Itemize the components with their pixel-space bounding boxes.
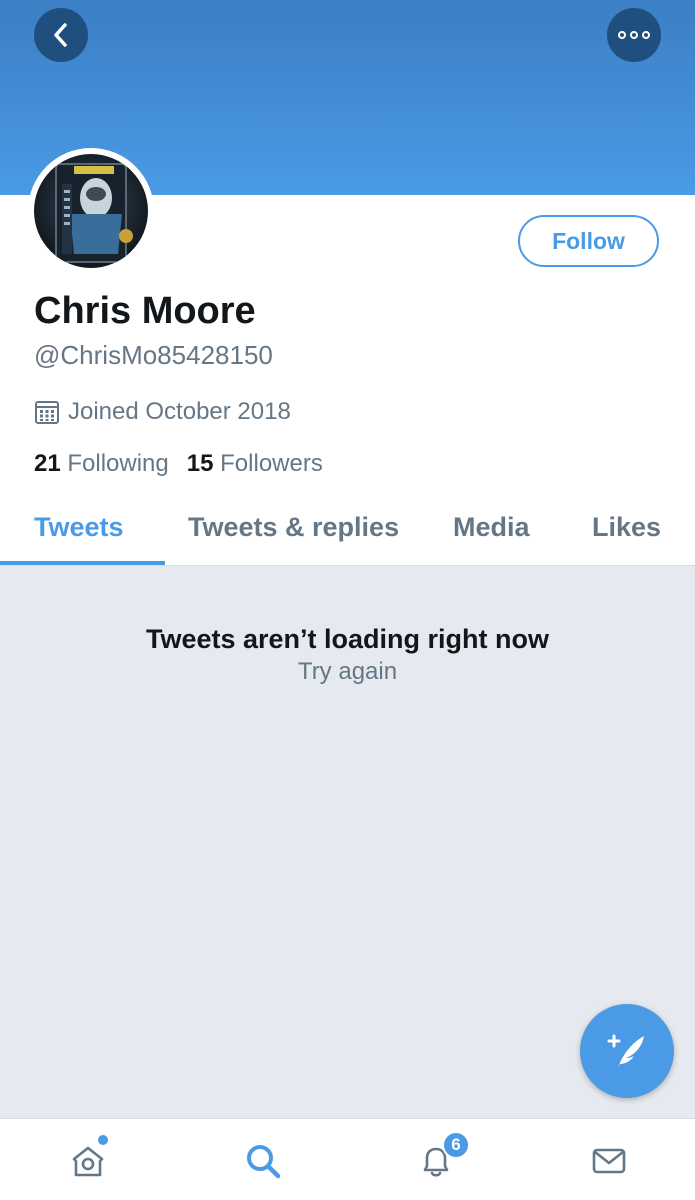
avatar-image — [34, 154, 148, 268]
followers-stat[interactable]: 15 Followers — [187, 450, 323, 478]
tab-messages[interactable] — [587, 1139, 631, 1183]
profile-name: Chris Moore — [34, 290, 256, 332]
following-count: 21 — [34, 450, 61, 477]
bottom-tab-bar: 6 — [0, 1118, 695, 1200]
joined-date: Joined October 2018 — [34, 398, 291, 426]
profile-handle: @ChrisMo85428150 — [34, 340, 273, 370]
notification-badge: 6 — [442, 1131, 470, 1159]
followers-count: 15 — [186, 450, 214, 477]
tab-likes[interactable]: Likes — [592, 512, 661, 543]
following-label: Following — [67, 450, 169, 477]
compose-tweet-button[interactable] — [580, 1004, 674, 1098]
followers-label: Followers — [220, 450, 323, 477]
home-unread-dot — [96, 1133, 110, 1147]
compose-quill-icon — [607, 1034, 644, 1068]
profile-stats: 21 Following 15 Followers — [34, 450, 341, 478]
back-button[interactable] — [34, 8, 88, 62]
follow-button[interactable]: Follow — [518, 215, 659, 267]
tab-tweets[interactable]: Tweets — [34, 512, 124, 543]
more-horizontal-icon — [618, 31, 650, 39]
messages-icon — [592, 1148, 626, 1174]
tab-media[interactable]: Media — [453, 512, 530, 543]
search-icon — [247, 1145, 281, 1179]
avatar[interactable] — [28, 148, 154, 274]
profile-tabs: Tweets Tweets & replies Media Likes — [0, 500, 695, 566]
home-icon — [72, 1146, 104, 1177]
feed-error-title: Tweets aren’t loading right now — [145, 624, 550, 654]
joined-text: Joined October 2018 — [68, 398, 291, 425]
following-stat[interactable]: 21 Following — [34, 450, 169, 478]
chevron-left-icon — [54, 23, 67, 47]
try-again-link[interactable]: Try again — [0, 658, 695, 686]
active-tab-indicator — [0, 561, 165, 565]
tab-tweets-replies[interactable]: Tweets & replies — [188, 512, 399, 543]
tab-search[interactable] — [241, 1139, 285, 1183]
more-button[interactable] — [607, 8, 661, 62]
calendar-icon — [35, 401, 59, 424]
